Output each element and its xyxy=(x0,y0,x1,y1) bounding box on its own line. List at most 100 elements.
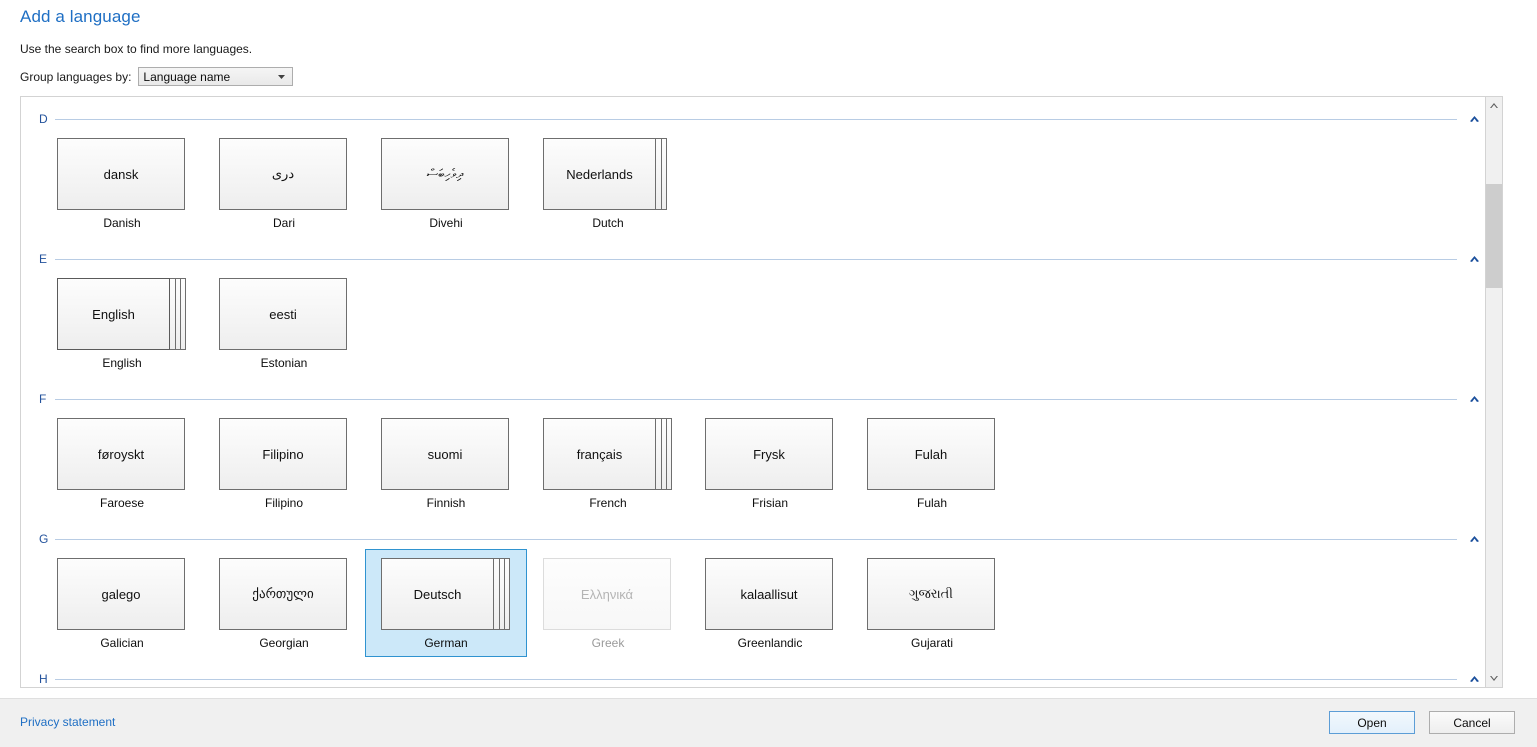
tile-stack-sheet xyxy=(655,418,662,490)
scroll-up-arrow-icon[interactable] xyxy=(1486,97,1502,114)
vertical-scrollbar[interactable] xyxy=(1485,97,1502,687)
tile-english-name: Dari xyxy=(273,217,295,230)
tile-thumbnail: Frysk xyxy=(705,418,835,490)
language-tile-georgian[interactable]: ქართულიGeorgian xyxy=(203,549,365,657)
tile-thumbnail: English xyxy=(57,278,187,350)
cancel-button[interactable]: Cancel xyxy=(1429,711,1515,734)
tile-native-name: français xyxy=(543,418,656,490)
tile-thumbnail: ދިވެހިބަސް xyxy=(381,138,511,210)
tile-english-name: Faroese xyxy=(100,497,144,510)
tile-english-name: Danish xyxy=(103,217,140,230)
scroll-down-arrow-icon[interactable] xyxy=(1486,670,1502,687)
chevron-up-icon[interactable] xyxy=(1465,110,1483,128)
chevron-up-icon[interactable] xyxy=(1465,530,1483,548)
language-tile-finnish[interactable]: suomi Finnish xyxy=(365,409,527,517)
tile-thumbnail: dansk xyxy=(57,138,187,210)
chevron-up-icon[interactable] xyxy=(1465,250,1483,268)
tile-native-name: kalaallisut xyxy=(705,558,833,630)
tile-english-name: Georgian xyxy=(259,637,308,650)
privacy-statement-link[interactable]: Privacy statement xyxy=(20,715,115,729)
page-subtitle: Use the search box to find more language… xyxy=(20,42,252,56)
group-divider xyxy=(55,399,1457,400)
group-divider xyxy=(55,539,1457,540)
tile-native-name: ދިވެހިބަސް xyxy=(381,138,509,210)
tile-native-name: Ελληνικά xyxy=(543,558,671,630)
group-letter: H xyxy=(39,673,49,685)
tile-english-name: Finnish xyxy=(427,497,466,510)
tile-stack-sheet xyxy=(655,138,662,210)
language-tile-german[interactable]: DeutschGerman xyxy=(365,549,527,657)
tile-native-name: English xyxy=(57,278,170,350)
group-header: F xyxy=(21,389,1487,409)
tile-stack-sheet xyxy=(493,558,500,630)
language-tile-french[interactable]: français French xyxy=(527,409,689,517)
language-tile-faroese[interactable]: føroyskt Faroese xyxy=(41,409,203,517)
language-tile-english[interactable]: English English xyxy=(41,269,203,377)
tile-thumbnail: ગુજરાતી xyxy=(867,558,997,630)
tile-native-name: Filipino xyxy=(219,418,347,490)
tile-thumbnail: eesti xyxy=(219,278,349,350)
tile-native-name: suomi xyxy=(381,418,509,490)
tile-english-name: Galician xyxy=(100,637,143,650)
tile-thumbnail: kalaallisut xyxy=(705,558,835,630)
group-header: D xyxy=(21,109,1487,129)
tile-thumbnail: Ελληνικά xyxy=(543,558,673,630)
tile-english-name: French xyxy=(589,497,626,510)
language-tile-row: dansk Danish دری Dari ދިވެހިބަސްDivehiNederl… xyxy=(21,129,1487,237)
tile-thumbnail: galego xyxy=(57,558,187,630)
tile-native-name: galego xyxy=(57,558,185,630)
chevron-down-icon xyxy=(278,75,285,79)
tile-english-name: Frisian xyxy=(752,497,788,510)
group-letter: E xyxy=(39,253,49,265)
language-tile-greek: Ελληνικά Greek xyxy=(527,549,689,657)
language-tile-frisian[interactable]: Frysk Frisian xyxy=(689,409,851,517)
dialog-footer: Privacy statement Open Cancel xyxy=(0,698,1537,747)
tile-thumbnail: Nederlands xyxy=(543,138,673,210)
tile-english-name: Filipino xyxy=(265,497,303,510)
tile-native-name: Deutsch xyxy=(381,558,494,630)
group-letter: D xyxy=(39,113,49,125)
chevron-up-icon[interactable] xyxy=(1465,670,1483,687)
language-tile-divehi[interactable]: ދިވެހިބަސްDivehi xyxy=(365,129,527,237)
chevron-up-icon[interactable] xyxy=(1465,390,1483,408)
tile-english-name: Greek xyxy=(592,637,625,650)
group-header: G xyxy=(21,529,1487,549)
tile-native-name: føroyskt xyxy=(57,418,185,490)
group-languages-by-select[interactable]: Language name xyxy=(138,67,293,86)
language-tile-danish[interactable]: dansk Danish xyxy=(41,129,203,237)
language-tile-estonian[interactable]: eestiEstonian xyxy=(203,269,365,377)
language-list-panel[interactable]: Ddansk Danish دری Dari ދިވެހިބަސްDivehiNeder… xyxy=(20,96,1503,688)
tile-english-name: English xyxy=(102,357,141,370)
group-header: H xyxy=(21,669,1487,687)
tile-english-name: Greenlandic xyxy=(738,637,803,650)
language-tile-dutch[interactable]: Nederlands Dutch xyxy=(527,129,689,237)
tile-thumbnail: دری xyxy=(219,138,349,210)
scrollbar-thumb[interactable] xyxy=(1486,184,1502,288)
language-group-d: Ddansk Danish دری Dari ދިވެހިބަސްDivehiNeder… xyxy=(21,109,1487,237)
group-languages-by-row: Group languages by: Language name xyxy=(20,67,293,86)
language-list-scroll-content: Ddansk Danish دری Dari ދިވެހިބަސްDivehiNeder… xyxy=(21,97,1487,687)
group-letter: F xyxy=(39,393,49,405)
tile-thumbnail: suomi xyxy=(381,418,511,490)
tile-thumbnail: føroyskt xyxy=(57,418,187,490)
language-tile-gujarati[interactable]: ગુજરાતીGujarati xyxy=(851,549,1013,657)
language-group-g: Ggalego Galician ქართულიGeorgianDeutschGer… xyxy=(21,529,1487,657)
language-tile-row: English English eestiEstonian xyxy=(21,269,1487,377)
language-tile-galician[interactable]: galego Galician xyxy=(41,549,203,657)
language-group-h: H xyxy=(21,669,1487,687)
language-group-f: Fføroyskt Faroese Filipino Filipino suomi Fin… xyxy=(21,389,1487,517)
tile-stack-sheet xyxy=(169,278,176,350)
open-button[interactable]: Open xyxy=(1329,711,1415,734)
language-tile-dari[interactable]: دری Dari xyxy=(203,129,365,237)
group-languages-by-value: Language name xyxy=(139,70,230,84)
language-tile-filipino[interactable]: Filipino Filipino xyxy=(203,409,365,517)
page-title: Add a language xyxy=(20,7,141,27)
language-tile-row: føroyskt Faroese Filipino Filipino suomi Finn… xyxy=(21,409,1487,517)
group-languages-by-label: Group languages by: xyxy=(20,70,131,84)
tile-thumbnail: Filipino xyxy=(219,418,349,490)
language-tile-greenlandic[interactable]: kalaallisut Greenlandic xyxy=(689,549,851,657)
language-tile-fulah[interactable]: FulahFulah xyxy=(851,409,1013,517)
language-tile-row: galego Galician ქართულიGeorgianDeutschGerm… xyxy=(21,549,1487,657)
tile-native-name: Fulah xyxy=(867,418,995,490)
tile-english-name: Dutch xyxy=(592,217,623,230)
